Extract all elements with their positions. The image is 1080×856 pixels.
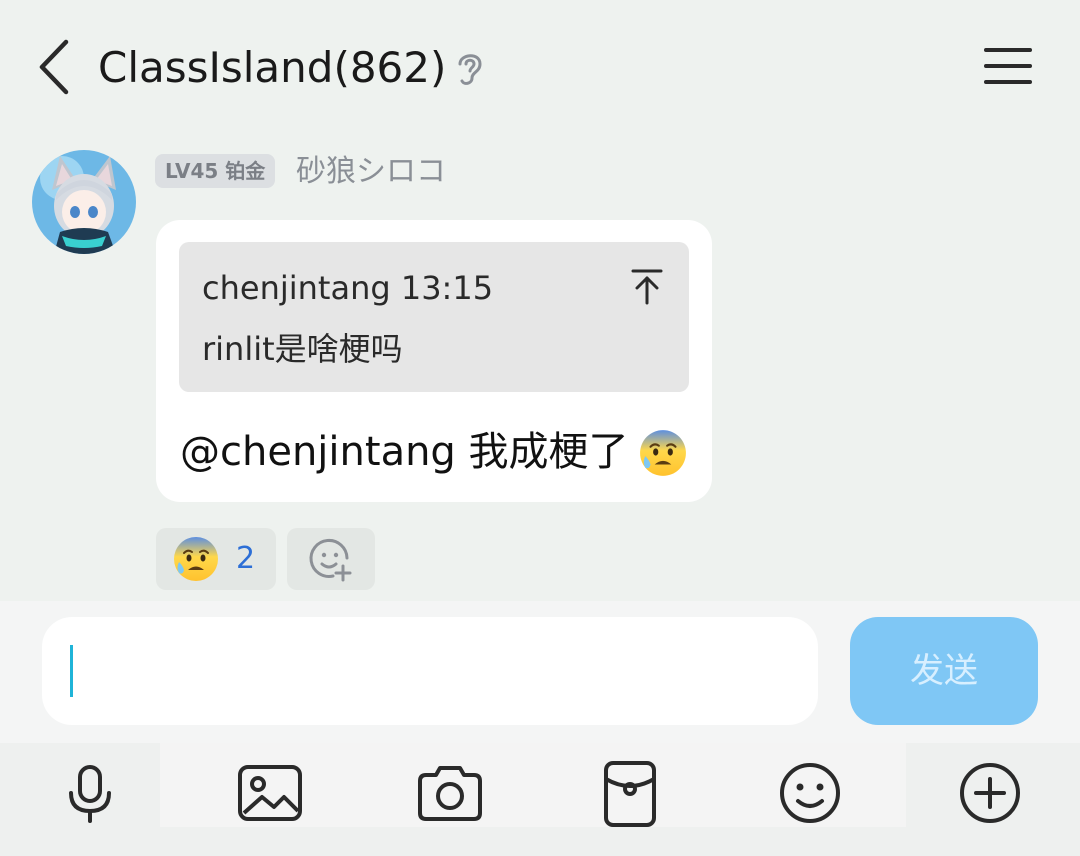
red-packet-icon[interactable] [594, 757, 666, 829]
emoji-icon[interactable] [774, 757, 846, 829]
image-icon[interactable] [234, 757, 306, 829]
message-bubble[interactable]: chenjintang 13:15 rinlit是啥梗吗 @chenjintan… [156, 220, 712, 502]
arrow-up-to-top-icon[interactable] [629, 266, 665, 306]
quoted-message[interactable]: chenjintang 13:15 rinlit是啥梗吗 [179, 242, 689, 392]
back-chevron-icon [39, 39, 69, 95]
camera-icon[interactable] [414, 757, 486, 829]
microphone-icon[interactable] [54, 757, 126, 829]
text-caret [70, 645, 73, 697]
send-button[interactable]: 发送 [850, 617, 1038, 725]
add-reaction-icon [307, 536, 355, 584]
chat-header: ClassIsland(862) [0, 0, 1080, 130]
level-badge: LV45 铂金 [155, 154, 276, 188]
hamburger-menu-icon [984, 48, 1032, 84]
back-button[interactable] [30, 32, 80, 102]
ear-icon[interactable] [452, 48, 488, 88]
chat-title[interactable]: ClassIsland(862) [98, 40, 446, 96]
sender-avatar[interactable] [32, 150, 136, 254]
message-text: @chenjintang 我成梗了 [180, 429, 629, 475]
quote-text: rinlit是啥梗吗 [202, 330, 403, 368]
anxious-face-emoji-icon [638, 428, 688, 478]
reaction-count: 2 [236, 541, 256, 576]
menu-button[interactable] [980, 40, 1036, 92]
plus-circle-icon[interactable] [954, 757, 1026, 829]
input-toolbar [0, 743, 1080, 856]
message-input[interactable] [42, 617, 818, 725]
message-composer: 发送 [0, 601, 1080, 743]
reaction-chip[interactable]: 2 [156, 528, 276, 590]
anxious-face-emoji-icon [172, 535, 220, 583]
quote-author-time: chenjintang 13:15 [202, 269, 494, 307]
add-reaction-button[interactable] [287, 528, 375, 590]
sender-name[interactable]: 砂狼シロコ [296, 152, 446, 192]
